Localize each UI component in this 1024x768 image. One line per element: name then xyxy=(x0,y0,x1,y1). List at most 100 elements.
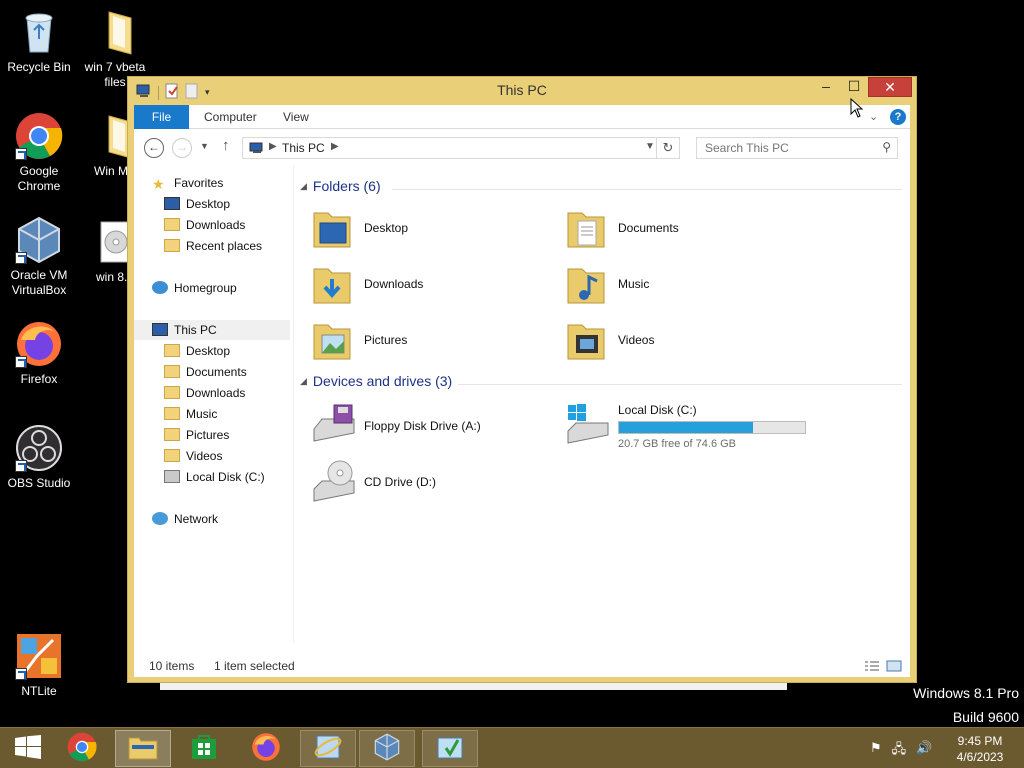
search-input[interactable] xyxy=(705,139,875,157)
details-view-icon[interactable] xyxy=(864,660,880,675)
start-button[interactable] xyxy=(0,730,56,767)
computer-icon xyxy=(152,323,168,336)
volume-icon[interactable]: 🔊 xyxy=(916,740,932,762)
downloads-folder-icon xyxy=(164,218,180,231)
nav-favorites-desktop[interactable]: Desktop xyxy=(164,194,230,214)
tile-label: Desktop xyxy=(364,221,409,235)
tab-computer[interactable]: Computer xyxy=(204,105,257,129)
nav-pc-desktop[interactable]: Desktop xyxy=(164,341,230,361)
refresh-button[interactable]: ↻ xyxy=(656,137,680,159)
tile-label: Local Disk (C:) xyxy=(618,403,697,417)
nav-pc-downloads[interactable]: Downloads xyxy=(164,383,245,403)
taskbar-file-explorer[interactable] xyxy=(115,730,171,767)
desktop-icon-label: OBS Studio xyxy=(7,476,71,490)
drive-tile-local-disk[interactable]: Local Disk (C:) 20.7 GB free of 74.6 GB xyxy=(564,401,806,453)
homegroup-icon xyxy=(152,281,168,294)
nav-homegroup[interactable]: Homegroup xyxy=(152,278,237,298)
taskbar: ⚑ 🖧 🔊 9:45 PM 4/6/2023 xyxy=(0,727,1024,768)
selection-count: 1 item selected xyxy=(214,659,295,673)
windows-watermark-line2: Build 9600 xyxy=(952,709,1019,725)
virtualbox-icon xyxy=(373,733,401,764)
item-count: 10 items xyxy=(149,659,195,673)
maximize-button[interactable]: ☐ xyxy=(842,77,866,97)
tile-label: Documents xyxy=(618,221,679,235)
ribbon-tabs: File Computer View ⌄ ? xyxy=(134,105,910,129)
desktop-icon-chrome[interactable]: Google Chrome xyxy=(1,112,77,194)
back-button[interactable]: ← xyxy=(144,138,164,158)
nav-pc-local-disk[interactable]: Local Disk (C:) xyxy=(164,467,265,487)
background-window-edge xyxy=(160,683,787,690)
tab-view[interactable]: View xyxy=(283,105,309,129)
title-bar[interactable]: ▾ This PC – ☐ ✕ xyxy=(128,77,916,105)
explorer-body: File Computer View ⌄ ? ← → ▼ ↑ ▶ This PC… xyxy=(134,105,910,677)
disk-free-text: 20.7 GB free of 74.6 GB xyxy=(618,438,737,450)
recent-locations-chevron-icon[interactable]: ▼ xyxy=(200,141,209,151)
nav-favorites-recent-places[interactable]: Recent places xyxy=(164,236,262,256)
large-icons-view-icon[interactable] xyxy=(886,660,902,675)
collapse-triangle-icon[interactable]: ◢ xyxy=(300,181,307,191)
folder-tile-music[interactable]: Music xyxy=(564,261,804,313)
nav-pc-pictures[interactable]: Pictures xyxy=(164,425,229,445)
search-icon[interactable]: ⚲ xyxy=(882,140,891,154)
folder-tile-documents[interactable]: Documents xyxy=(564,205,804,257)
recent-places-icon xyxy=(164,239,180,252)
clock[interactable]: 9:45 PM 4/6/2023 xyxy=(950,733,1010,765)
address-dropdown-icon[interactable]: ▼ xyxy=(645,141,655,152)
search-box[interactable]: ⚲ xyxy=(696,137,898,159)
minimize-button[interactable]: – xyxy=(814,77,838,97)
taskbar-ie[interactable] xyxy=(300,730,356,767)
folder-tile-videos[interactable]: Videos xyxy=(564,317,804,369)
desktop-icon-virtualbox[interactable]: Oracle VM VirtualBox xyxy=(1,216,77,298)
clock-time: 9:45 PM xyxy=(957,734,1003,748)
folders-group-header[interactable]: ◢ Folders (6) xyxy=(300,178,381,194)
breadcrumb-this-pc[interactable]: This PC xyxy=(282,141,325,155)
nav-favorites-downloads[interactable]: Downloads xyxy=(164,215,245,235)
nav-pc-documents[interactable]: Documents xyxy=(164,362,247,382)
folder-tile-pictures[interactable]: Pictures xyxy=(310,317,550,369)
desktop-icon-firefox[interactable]: Firefox xyxy=(1,320,77,387)
network-icon xyxy=(152,512,168,525)
firefox-icon xyxy=(251,732,281,765)
taskbar-virtualbox[interactable] xyxy=(359,730,415,767)
nav-pc-music[interactable]: Music xyxy=(164,404,217,424)
tab-file[interactable]: File xyxy=(134,105,189,129)
desktop-icon-obs[interactable]: OBS Studio xyxy=(1,424,77,491)
expand-ribbon-icon[interactable]: ⌄ xyxy=(869,110,878,123)
desktop-icon-ntlite[interactable]: NTLite xyxy=(1,632,77,699)
close-button[interactable]: ✕ xyxy=(868,77,912,97)
folder-tile-downloads[interactable]: Downloads xyxy=(310,261,550,313)
nav-favorites[interactable]: ★ Favorites xyxy=(152,173,223,193)
breadcrumb-chevron-icon[interactable]: ▶ xyxy=(331,141,339,152)
address-bar[interactable]: ▶ This PC ▶ ▼ xyxy=(242,137,680,159)
up-button[interactable]: ↑ xyxy=(222,137,230,154)
folder-icon xyxy=(91,8,139,56)
navigation-pane: ★ Favorites Desktop Downloads Recent plac… xyxy=(134,165,294,643)
nav-network[interactable]: Network xyxy=(152,509,218,529)
taskbar-firefox[interactable] xyxy=(238,730,294,767)
firefox-icon xyxy=(15,320,63,368)
nav-pc-videos[interactable]: Videos xyxy=(164,446,222,466)
help-icon[interactable]: ? xyxy=(890,109,906,125)
network-status-icon[interactable]: 🖧 xyxy=(892,740,907,762)
devices-group-header[interactable]: ◢ Devices and drives (3) xyxy=(300,373,452,389)
action-center-flag-icon[interactable]: ⚑ xyxy=(870,740,882,762)
pictures-folder-icon xyxy=(164,428,180,441)
drive-tile-floppy[interactable]: Floppy Disk Drive (A:) xyxy=(310,401,550,453)
drive-tile-cd[interactable]: CD Drive (D:) xyxy=(310,457,550,509)
desktop-icon-recycle-bin[interactable]: Recycle Bin xyxy=(1,8,77,75)
forward-button[interactable]: → xyxy=(172,138,192,158)
documents-folder-icon xyxy=(164,365,180,378)
desktop-folder-icon xyxy=(310,205,358,253)
breadcrumb-chevron-icon[interactable]: ▶ xyxy=(269,141,277,152)
folder-tile-desktop[interactable]: Desktop xyxy=(310,205,550,257)
collapse-triangle-icon[interactable]: ◢ xyxy=(300,376,307,386)
ie-icon xyxy=(313,732,343,765)
nav-this-pc[interactable]: This PC xyxy=(134,320,290,340)
taskbar-ntlite[interactable] xyxy=(422,730,478,767)
taskbar-store[interactable] xyxy=(176,730,232,767)
chrome-icon xyxy=(15,112,63,160)
downloads-folder-icon xyxy=(164,386,180,399)
recycle-bin-icon xyxy=(15,8,63,56)
taskbar-chrome[interactable] xyxy=(54,730,110,767)
this-pc-window[interactable]: ▾ This PC – ☐ ✕ File Computer View ⌄ ? ←… xyxy=(127,76,917,683)
